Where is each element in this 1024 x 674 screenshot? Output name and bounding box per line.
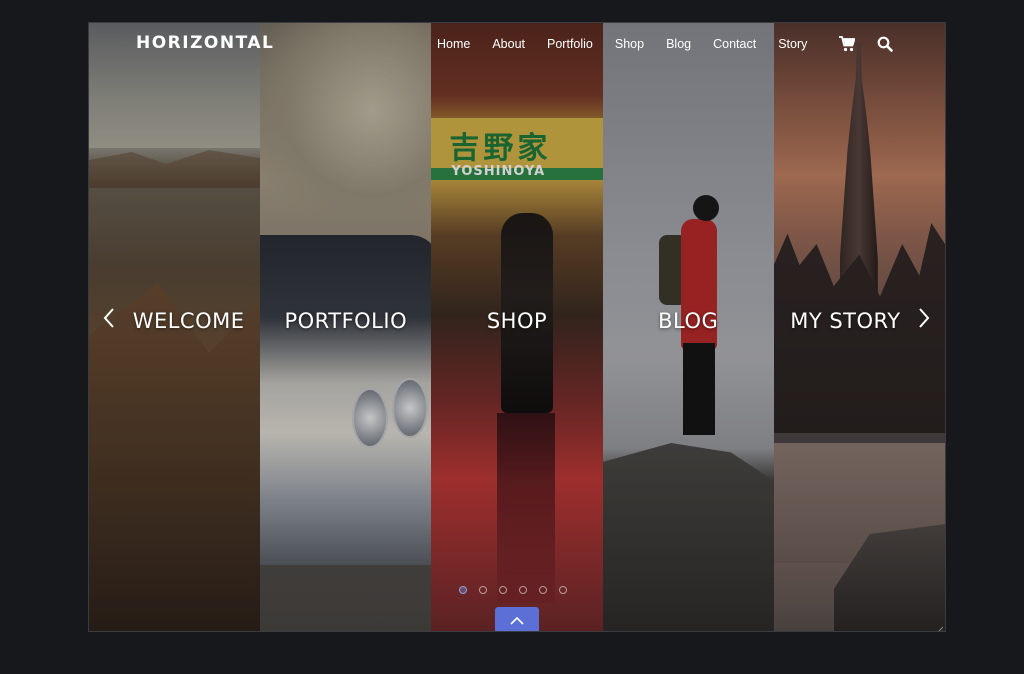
nav-item-home[interactable]: Home bbox=[437, 37, 470, 51]
main-nav: Home About Portfolio Shop Blog Contact S… bbox=[437, 37, 829, 51]
nav-item-about[interactable]: About bbox=[492, 37, 525, 51]
resize-handle-icon[interactable] bbox=[935, 621, 944, 631]
search-icon[interactable] bbox=[877, 36, 893, 52]
pagination-dots bbox=[459, 586, 567, 594]
panel-portfolio[interactable]: PORTFOLIO bbox=[260, 23, 432, 631]
panel-row: WELCOME PORTFOLIO 吉野家 YOSHINOYA SHOP BLO… bbox=[89, 23, 945, 631]
nav-item-portfolio[interactable]: Portfolio bbox=[547, 37, 593, 51]
cart-icon[interactable] bbox=[839, 36, 856, 52]
panel-title-blog: BLOG bbox=[658, 309, 719, 333]
pagination-dot[interactable] bbox=[479, 586, 487, 594]
slider-frame: WELCOME PORTFOLIO 吉野家 YOSHINOYA SHOP BLO… bbox=[88, 22, 946, 632]
panel-title-portfolio: PORTFOLIO bbox=[284, 309, 408, 333]
pagination-dot[interactable] bbox=[559, 586, 567, 594]
panel-title-shop: SHOP bbox=[486, 309, 548, 333]
scroll-up-button[interactable] bbox=[495, 607, 539, 631]
nav-item-story[interactable]: Story bbox=[778, 37, 807, 51]
pagination-dot[interactable] bbox=[499, 586, 507, 594]
nav-item-shop[interactable]: Shop bbox=[615, 37, 644, 51]
chevron-right-icon[interactable] bbox=[918, 307, 930, 335]
chevron-left-icon[interactable] bbox=[103, 307, 115, 335]
site-logo[interactable]: HORIZONTAL bbox=[136, 33, 274, 53]
pagination-dot[interactable] bbox=[519, 586, 527, 594]
nav-item-contact[interactable]: Contact bbox=[713, 37, 756, 51]
panel-shop[interactable]: 吉野家 YOSHINOYA SHOP bbox=[431, 23, 603, 631]
nav-item-blog[interactable]: Blog bbox=[666, 37, 691, 51]
pagination-dot[interactable] bbox=[539, 586, 547, 594]
pagination-dot[interactable] bbox=[459, 586, 467, 594]
panel-blog[interactable]: BLOG bbox=[602, 23, 774, 631]
chevron-up-icon bbox=[510, 616, 524, 625]
